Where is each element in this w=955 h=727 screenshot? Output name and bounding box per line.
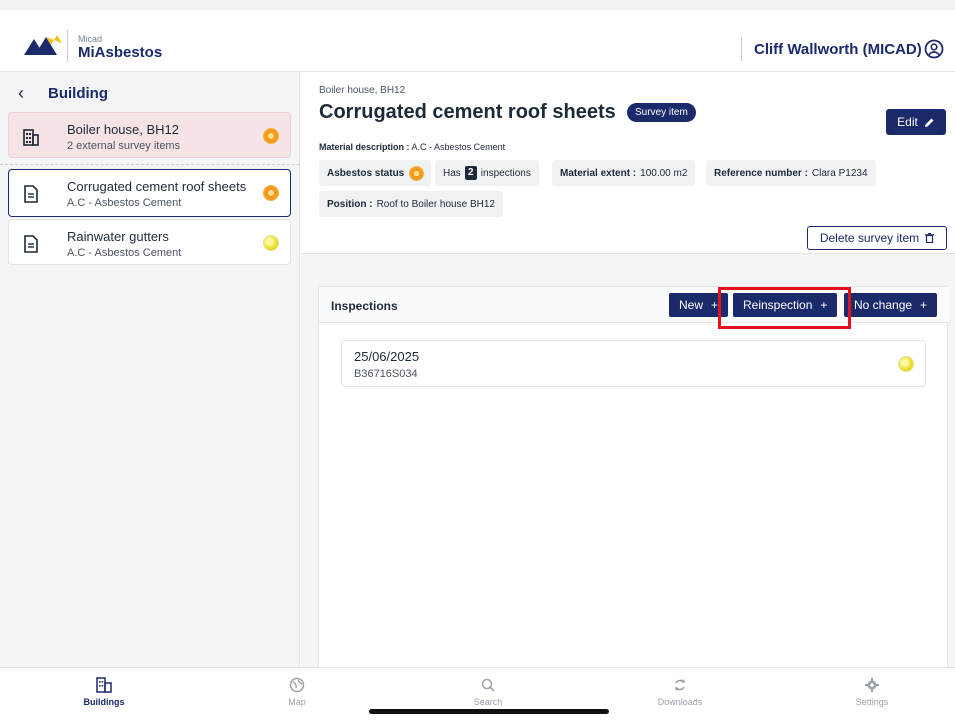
item-subtitle: A.C - Asbestos Cement (67, 197, 182, 209)
document-icon (24, 185, 38, 203)
building-sidebar: ‹ Building Boiler house, BH12 2 external… (0, 72, 300, 667)
bottom-tab-bar: Buildings Map Search Downloads Settings (0, 667, 955, 727)
survey-item-detail: Boiler house, BH12 Corrugated cement roo… (301, 72, 955, 254)
status-yellow-icon (899, 357, 913, 371)
extent-label: Material extent : (560, 167, 637, 179)
building-subtitle: 2 external survey items (67, 140, 181, 152)
map-icon (289, 677, 305, 693)
status-orange-icon (410, 166, 424, 180)
position-chip: Position : Roof to Boiler house BH12 (319, 191, 503, 217)
back-button[interactable]: ‹ Building (18, 82, 108, 104)
position-label: Position : (327, 198, 373, 210)
search-icon (481, 678, 495, 692)
buildings-icon (96, 677, 112, 693)
sidebar-item-rainwater-gutters[interactable]: Rainwater gutters A.C - Asbestos Cement (8, 219, 291, 265)
inspection-card[interactable]: 25/06/2025 B36716S034 (341, 340, 926, 387)
brand-name: MiAsbestos (78, 44, 163, 61)
plus-icon: + (711, 298, 719, 312)
user-divider (741, 37, 742, 61)
no-change-button[interactable]: No change + (844, 293, 938, 317)
delete-label: Delete survey item (819, 231, 920, 245)
inspections-label: inspections (480, 167, 531, 179)
status-orange-icon (264, 186, 278, 200)
nochange-label: No change (854, 298, 913, 312)
material-value: A.C - Asbestos Cement (411, 142, 506, 152)
top-header: Micad MiAsbestos Cliff Wallworth (MICAD) (0, 10, 955, 72)
reference-value: Clara P1234 (811, 167, 868, 179)
page-title: Corrugated cement roof sheets (319, 101, 616, 123)
pencil-icon (924, 118, 934, 127)
user-account-icon[interactable] (924, 39, 944, 59)
item-title: Corrugated cement roof sheets (67, 179, 247, 194)
inspections-panel: Inspections New + Reinspection + No chan… (318, 286, 949, 676)
chevron-left-icon: ‹ (18, 82, 24, 103)
has-label: Has (443, 167, 461, 179)
tab-map[interactable]: Map (257, 677, 337, 707)
logo-divider (67, 30, 68, 62)
inspections-title: Inspections (331, 299, 398, 313)
status-orange-icon (264, 129, 278, 143)
inspection-count: 2 (464, 166, 477, 180)
material-description: Material description : A.C - Asbestos Ce… (319, 142, 505, 152)
divider (0, 164, 300, 165)
building-title: Boiler house, BH12 (67, 122, 180, 137)
tab-label: Map (288, 697, 306, 707)
reference-label: Reference number : (714, 167, 808, 179)
tab-downloads[interactable]: Downloads (640, 677, 720, 707)
item-title: Rainwater gutters (67, 229, 169, 244)
breadcrumb[interactable]: Boiler house, BH12 (319, 85, 405, 96)
position-value: Roof to Boiler house BH12 (376, 198, 495, 210)
edit-button[interactable]: Edit (886, 109, 946, 135)
delete-survey-item-button[interactable]: Delete survey item (807, 226, 947, 250)
app-window: ••• Micad MiAsbestos Cliff Wallworth (MI… (0, 10, 955, 727)
reference-number-chip: Reference number : Clara P1234 (706, 160, 876, 186)
home-indicator[interactable] (369, 709, 609, 714)
inspections-header: Inspections New + Reinspection + No chan… (319, 287, 949, 329)
brand-company: Micad (78, 34, 103, 44)
tab-search[interactable]: Search (448, 677, 528, 707)
gear-icon (865, 678, 879, 692)
sync-icon (675, 679, 685, 691)
main-panel: Boiler house, BH12 Corrugated cement roo… (301, 72, 955, 676)
sidebar-item-building[interactable]: Boiler house, BH12 2 external survey ite… (8, 112, 291, 158)
sidebar-item-roof-sheets[interactable]: Corrugated cement roof sheets A.C - Asbe… (8, 169, 291, 217)
material-extent-chip: Material extent : 100.00 m2 (552, 160, 696, 186)
plus-icon: + (920, 298, 928, 312)
status-yellow-icon (264, 236, 278, 250)
new-label: New (679, 298, 704, 312)
trash-icon (925, 233, 935, 243)
item-subtitle: A.C - Asbestos Cement (67, 247, 182, 259)
building-icon (23, 129, 39, 146)
inspection-count-chip: Has 2 inspections (435, 160, 539, 186)
back-label: Building (48, 84, 108, 102)
asbestos-status-chip: Asbestos status (319, 160, 432, 186)
material-label: Material description : (319, 142, 410, 152)
inspection-date: 25/06/2025 (354, 349, 420, 364)
tab-buildings[interactable]: Buildings (64, 677, 144, 707)
extent-value: 100.00 m2 (640, 167, 688, 179)
document-icon (24, 235, 38, 253)
edit-label: Edit (897, 115, 918, 129)
tab-label: Settings (855, 697, 889, 707)
tab-label: Search (473, 697, 503, 707)
tab-label: Downloads (657, 697, 703, 707)
micad-logo-icon (24, 35, 62, 55)
inspection-code: B36716S034 (354, 368, 418, 380)
survey-item-badge: Survey item (627, 103, 696, 122)
reinspection-highlight-box (718, 287, 851, 329)
asbestos-status-label: Asbestos status (327, 167, 405, 179)
tab-label: Buildings (83, 697, 125, 707)
user-name[interactable]: Cliff Wallworth (MICAD) (754, 41, 922, 58)
tab-settings[interactable]: Settings (832, 677, 912, 707)
